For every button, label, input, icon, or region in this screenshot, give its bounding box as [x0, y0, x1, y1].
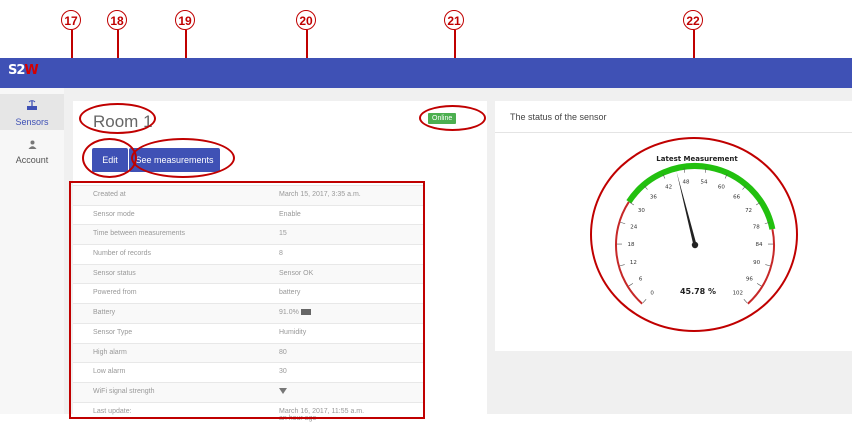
top-navbar	[0, 58, 852, 88]
sidebar-item-account[interactable]: Account	[0, 136, 64, 172]
callout-21: 21	[444, 10, 464, 30]
sidebar-item-sensors[interactable]: Sensors	[0, 94, 64, 130]
sidebar-item-label: Sensors	[15, 117, 48, 127]
annotation-oval-badge	[419, 105, 486, 131]
annotation-oval-measurements	[131, 138, 235, 178]
divider	[495, 132, 852, 133]
annotation-rect-details	[69, 181, 425, 419]
sidebar-item-label: Account	[16, 155, 49, 165]
callout-20: 20	[296, 10, 316, 30]
person-icon	[0, 140, 64, 152]
callout-18: 18	[107, 10, 127, 30]
status-panel-title: The status of the sensor	[510, 112, 607, 122]
callout-19: 19	[175, 10, 195, 30]
annotation-oval-gauge	[590, 137, 798, 332]
annotation-oval-edit	[82, 138, 137, 178]
annotation-oval-title	[79, 103, 156, 134]
callout-17: 17	[61, 10, 81, 30]
antenna-icon	[0, 100, 64, 114]
sidebar: Sensors Account	[0, 88, 65, 414]
callout-22: 22	[683, 10, 703, 30]
app-logo[interactable]: S2W	[8, 63, 38, 78]
annotation-row: 17 18 19 20 21 22	[0, 0, 852, 58]
